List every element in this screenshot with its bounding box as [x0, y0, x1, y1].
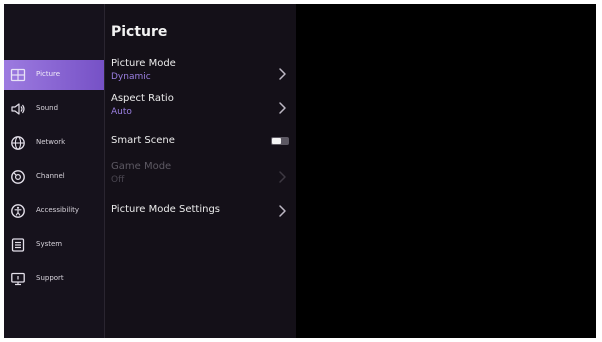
- chevron-right-icon: [277, 67, 287, 81]
- settings-content: Picture Picture Mode Dynamic Aspect Rati…: [105, 4, 296, 338]
- sidebar-item-accessibility[interactable]: Accessibility: [4, 196, 104, 226]
- sidebar-item-label: System: [36, 240, 63, 248]
- sidebar-item-label: Support: [36, 274, 64, 282]
- chevron-right-icon: [277, 170, 287, 184]
- sidebar-item-system[interactable]: System: [4, 230, 104, 260]
- system-icon: [10, 237, 26, 253]
- aspect-ratio-row[interactable]: Aspect Ratio Auto: [105, 93, 296, 125]
- aspect-ratio-value: Auto: [111, 107, 132, 117]
- settings-panel: Picture Sound Network Channel Accessibil…: [4, 4, 296, 338]
- picture-mode-settings-label: Picture Mode Settings: [111, 204, 221, 215]
- picture-mode-value: Dynamic: [111, 72, 151, 82]
- toggle-knob: [272, 138, 281, 144]
- sidebar-item-support[interactable]: Support: [4, 264, 104, 294]
- game-mode-label: Game Mode: [111, 161, 172, 172]
- sidebar-item-label: Channel: [36, 172, 65, 180]
- page-title: Picture: [111, 24, 168, 40]
- chevron-right-icon: [277, 101, 287, 115]
- game-mode-value: Off: [111, 175, 125, 185]
- picture-mode-settings-row[interactable]: Picture Mode Settings: [105, 204, 296, 220]
- picture-mode-label: Picture Mode: [111, 58, 176, 69]
- sidebar-item-label: Picture: [36, 70, 61, 78]
- sidebar-item-label: Accessibility: [36, 206, 80, 214]
- settings-sidebar: Picture Sound Network Channel Accessibil…: [4, 4, 105, 338]
- tv-screen: Picture Sound Network Channel Accessibil…: [4, 4, 596, 338]
- channel-icon: [10, 169, 26, 185]
- sidebar-item-picture[interactable]: Picture: [4, 60, 104, 90]
- smart-scene-toggle[interactable]: [271, 137, 289, 145]
- globe-icon: [10, 135, 26, 151]
- smart-scene-row[interactable]: Smart Scene: [105, 135, 296, 151]
- support-icon: [10, 271, 26, 287]
- sidebar-item-channel[interactable]: Channel: [4, 162, 104, 192]
- game-mode-row: Game Mode Off: [105, 161, 296, 193]
- speaker-icon: [10, 101, 26, 117]
- sidebar-item-sound[interactable]: Sound: [4, 94, 104, 124]
- smart-scene-label: Smart Scene: [111, 135, 175, 146]
- chevron-right-icon: [277, 204, 287, 218]
- picture-icon: [10, 67, 26, 83]
- sidebar-item-network[interactable]: Network: [4, 128, 104, 158]
- picture-mode-row[interactable]: Picture Mode Dynamic: [105, 58, 296, 90]
- sidebar-item-label: Network: [36, 138, 66, 146]
- aspect-ratio-label: Aspect Ratio: [111, 93, 174, 104]
- sidebar-item-label: Sound: [36, 104, 59, 112]
- accessibility-icon: [10, 203, 26, 219]
